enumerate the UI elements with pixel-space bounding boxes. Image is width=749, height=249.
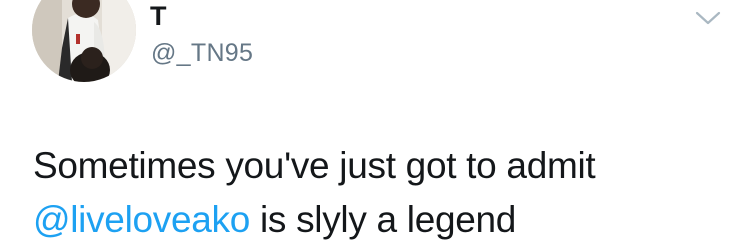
tweet-card: T @_TN95 Sometimes you've just got to ad… (0, 0, 749, 249)
chevron-down-icon[interactable] (694, 8, 722, 28)
display-name[interactable]: T (150, 0, 167, 32)
tweet-text: Sometimes you've just got to admit @live… (33, 139, 733, 247)
avatar[interactable] (32, 0, 136, 82)
mention-link[interactable]: @liveloveako (33, 199, 250, 240)
tweet-text-line-1: Sometimes you've just got to admit (33, 145, 596, 186)
tweet-text-line-2-rest: is slyly a legend (250, 199, 517, 240)
tweet-text-line-2: @liveloveako is slyly a legend (33, 193, 733, 247)
user-handle[interactable]: @_TN95 (151, 38, 253, 68)
